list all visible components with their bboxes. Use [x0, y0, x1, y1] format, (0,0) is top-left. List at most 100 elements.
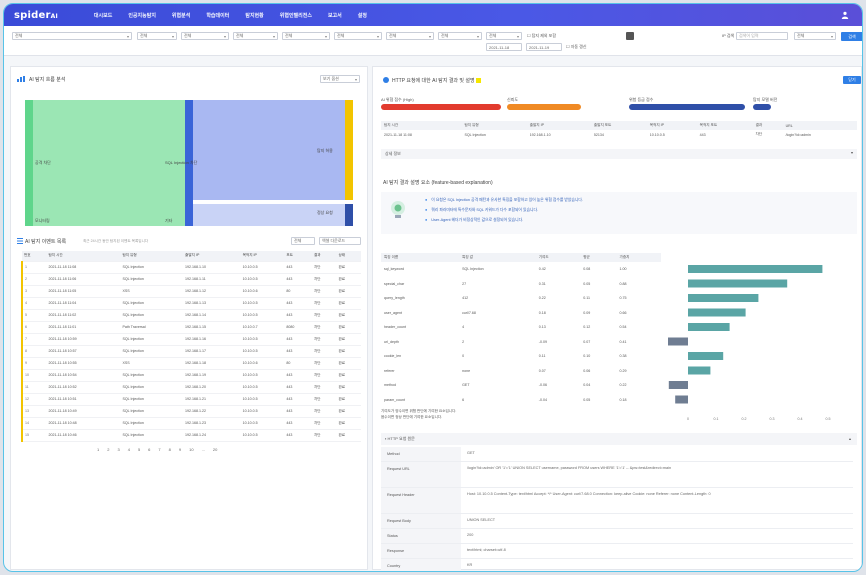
table-row[interactable]: 9 2021-11-18 10:55 XSS 192.168.1.18 10.10.0.… — [20, 357, 361, 370]
column-header[interactable]: 번호 — [22, 251, 47, 262]
table-row[interactable]: 11 2021-11-18 10:52 SQL Injection 192.168.1… — [20, 381, 361, 394]
type-select[interactable]: 전체 — [12, 32, 132, 40]
table-row[interactable]: method GET -0.06 0.04 0.22 — [381, 378, 661, 393]
table-row[interactable]: 5 2021-11-18 11:02 SQL Injection 192.168.1.… — [20, 309, 361, 322]
table-row[interactable]: referer none 0.07 0.06 0.29 — [381, 364, 661, 379]
table-row[interactable]: param_count 6 -0.04 0.05 0.18 — [381, 393, 661, 408]
table-cell: 5 — [20, 309, 47, 322]
page-link[interactable]: 10 — [189, 447, 193, 452]
event-table: 번호 탐지 시간 탐지 유형 출발지 IP 목적지 IP 포트 결과 상태 1 2021-11-… — [20, 251, 361, 442]
table-row[interactable]: 10 2021-11-18 10:54 SQL Injection 192.168.1… — [20, 369, 361, 382]
page-link[interactable]: 2 — [107, 447, 109, 452]
nav-item[interactable]: 인공지능탐지 — [128, 12, 156, 19]
filter-select-2[interactable]: 전체 — [137, 32, 177, 40]
nav-item[interactable]: 설정 — [358, 12, 367, 19]
table-row[interactable]: sql_keyword SQL Injection 0.42 0.08 1.00 — [381, 262, 661, 277]
auto-refresh-checkbox[interactable]: ☐ 자동 갱신 — [566, 44, 587, 50]
table-row[interactable]: special_char 27 0.31 0.05 0.88 — [381, 277, 661, 292]
table-row[interactable]: 6 2021-11-18 11:01 Path Traversal 192.168.1… — [20, 321, 361, 334]
page-link[interactable]: 1 — [97, 447, 99, 452]
explain-item: ● 쿼리 파라미터에 특수문자와 SQL 키워드가 다수 포함되어 있습니다. — [425, 208, 583, 218]
excel-download-button[interactable]: 엑셀 다운로드 — [319, 237, 361, 245]
nav-item[interactable]: 탐지현황 — [245, 12, 263, 19]
http-row: Request Body UNION SELECT — [381, 514, 853, 529]
user-icon[interactable] — [838, 8, 852, 22]
app-logo[interactable]: spiderAI — [14, 10, 58, 21]
page-link[interactable]: 5 — [138, 447, 140, 452]
table-row[interactable]: 3 2021-11-18 11:05 XSS 192.168.1.12 10.10.0.… — [20, 285, 361, 298]
detail-table-row[interactable]: 2021-11-18 11:08 SQL Injection 192.168.1.1… — [381, 130, 857, 139]
filter-bar: 전체 전체 전체 전체 전체 전체 전체 전체 전체 2021-11-18 20… — [4, 26, 862, 56]
filter-select-5[interactable]: 전체 — [282, 32, 330, 40]
table-row[interactable]: 12 2021-11-18 10:51 SQL Injection 192.168.1… — [20, 393, 361, 406]
date-to-field[interactable]: 2021-11-19 — [526, 43, 562, 51]
table-row[interactable]: 13 2021-11-18 10:49 SQL Injection 192.168.1… — [20, 405, 361, 418]
search-input[interactable]: 검색어 입력 — [736, 32, 788, 40]
contribution-bar — [688, 352, 724, 360]
table-cell: 차단 — [311, 357, 337, 370]
filter-select-6[interactable]: 전체 — [334, 32, 382, 40]
filter-select-3[interactable]: 전체 — [181, 32, 229, 40]
contribution-bar — [688, 366, 711, 375]
table-row[interactable]: url_depth 2 -0.09 0.07 0.41 — [381, 335, 661, 350]
table-row[interactable]: 4 2021-11-18 11:04 SQL Injection 192.168.1.… — [20, 297, 361, 310]
column-header[interactable]: 탐지 시간 — [46, 251, 121, 262]
http-key: Request Header — [381, 488, 461, 513]
http-value: 200 — [467, 533, 474, 537]
search-label: IP 검색 — [722, 33, 735, 38]
date-from-field[interactable]: 2021-11-18 — [486, 43, 522, 51]
page-link[interactable]: 9 — [179, 447, 181, 452]
column-header[interactable]: 결과 — [311, 251, 337, 262]
table-cell: 1.00 — [619, 267, 627, 272]
close-button[interactable]: 닫기 — [843, 76, 861, 84]
table-row[interactable]: 1 2021-11-18 11:08 SQL Injection 192.168.1.… — [20, 261, 361, 274]
page-link[interactable]: 7 — [158, 447, 160, 452]
http-row: Request Header Host: 10.10.0.5 Content-Ty… — [381, 488, 853, 514]
search-button[interactable]: 검색 — [841, 32, 862, 41]
nav-item[interactable]: 학습데이터 — [206, 12, 229, 19]
http-raw-header[interactable]: ▪ HTTP 요청 원문 ▴ — [381, 433, 857, 445]
nav-item[interactable]: 보고서 — [328, 12, 342, 19]
nav-item[interactable]: 위협인텔리전스 — [280, 12, 312, 19]
page-link[interactable]: 4 — [128, 447, 130, 452]
table-row[interactable]: 14 2021-11-18 10:48 SQL Injection 192.168.1… — [20, 417, 361, 430]
table-cell: /login?id=admin — [785, 132, 811, 137]
page-link[interactable]: 8 — [169, 447, 171, 452]
filter-all-button[interactable]: 전체 — [291, 237, 315, 245]
http-key: Method — [381, 447, 461, 461]
table-row[interactable]: 2 2021-11-18 11:06 SQL Injection 192.168.1.… — [20, 273, 361, 286]
table-row[interactable]: header_count 4 0.13 0.12 0.54 — [381, 320, 661, 335]
filter-select-8[interactable]: 전체 — [438, 32, 482, 40]
page-link[interactable]: 20 — [213, 447, 217, 452]
search-type-select[interactable]: 전체 — [794, 32, 836, 40]
detail-table-header: 탐지 시간 탐지 유형 출발지 IP 출발지 포트 목적지 IP 목적지 포트 결과 URL — [381, 121, 857, 130]
column-header: 출발지 IP — [526, 121, 591, 130]
filter-select-9[interactable]: 전체 — [486, 32, 522, 40]
filter-select-7[interactable]: 전체 — [386, 32, 434, 40]
table-row[interactable]: 8 2021-11-18 10:57 SQL Injection 192.168.1.… — [20, 345, 361, 358]
calendar-button[interactable] — [626, 32, 634, 40]
table-row[interactable]: 7 2021-11-18 10:59 SQL Injection 192.168.1.… — [20, 333, 361, 346]
exclude-checkbox[interactable]: ☐ 탐지 제외 포함 — [527, 33, 556, 39]
column-header[interactable]: 출발지 IP — [183, 251, 241, 262]
table-row[interactable]: cookie_len 0 0.11 0.10 0.38 — [381, 349, 661, 364]
nav-item[interactable]: 위협분석 — [172, 12, 190, 19]
column-header[interactable]: 탐지 유형 — [120, 251, 184, 262]
filter-select-4[interactable]: 전체 — [233, 32, 278, 40]
view-option-button[interactable]: 보기 옵션 — [320, 75, 360, 83]
table-row[interactable]: query_length 412 0.22 0.11 0.75 — [381, 291, 661, 306]
nav-item[interactable]: 대시보드 — [94, 12, 112, 19]
page-link[interactable]: 3 — [117, 447, 119, 452]
table-row[interactable]: user_agent curl/7.68 0.18 0.09 0.66 — [381, 306, 661, 321]
column-header[interactable]: 상태 — [336, 251, 361, 262]
page-link[interactable]: ... — [202, 447, 205, 452]
table-cell: 4 — [462, 325, 465, 330]
page-link[interactable]: 6 — [148, 447, 150, 452]
table-cell: method — [384, 383, 396, 388]
column-header[interactable]: 목적지 IP — [240, 251, 285, 262]
column-header[interactable]: 포트 — [284, 251, 312, 262]
http-value: /login?id=admin' OR '1'='1' UNION SELECT… — [467, 465, 849, 471]
table-row[interactable]: 15 2021-11-18 10:46 SQL Injection 192.168.1… — [20, 429, 361, 442]
detail-more-bar[interactable]: 상세 정보 ▾ — [381, 149, 857, 159]
table-cell: 1 — [20, 261, 47, 274]
